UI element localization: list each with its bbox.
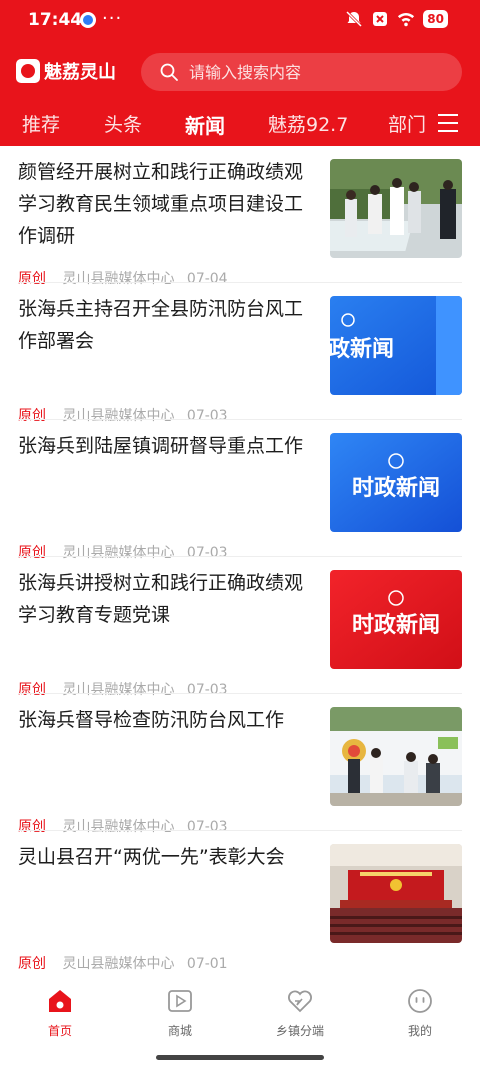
wifi-icon <box>398 13 415 27</box>
bottom-tab-bar: 首页 商城 乡镇分端 我的 <box>0 980 480 1067</box>
tabbar-mall[interactable]: 商城 <box>132 988 228 1039</box>
search-bar[interactable] <box>141 53 462 91</box>
tab-news[interactable]: 新闻 <box>185 110 225 139</box>
news-thumbnail: 政新闻 <box>330 296 462 395</box>
mute-bell-icon <box>346 10 363 28</box>
news-title: 颜管经开展树立和践行正确政绩观学习教育民生领域重点项目建设工作调研 <box>18 161 304 247</box>
news-thumbnail: 时政新闻 <box>330 433 462 532</box>
thumb-caption: 时政新闻 <box>352 475 440 501</box>
tab-recommend[interactable]: 推荐 <box>22 110 60 137</box>
smile-icon <box>408 989 432 1013</box>
news-thumbnail <box>330 159 462 258</box>
tabbar-towns[interactable]: 乡镇分端 <box>252 988 348 1039</box>
sim-off-icon <box>373 12 388 26</box>
news-thumbnail <box>330 844 462 943</box>
video-icon <box>168 990 192 1012</box>
category-tabs: 推荐 头条 新闻 魅荔92.7 部门 <box>0 100 480 146</box>
original-badge: 原创 <box>18 956 46 972</box>
news-title: 张海兵督导检查防汛防台风工作 <box>18 709 285 731</box>
news-source: 灵山县融媒体中心 <box>62 956 175 972</box>
menu-icon[interactable] <box>436 112 460 134</box>
thumb-caption: 时政新闻 <box>352 612 440 638</box>
notification-app-icon <box>80 12 96 28</box>
logo-icon <box>16 59 40 83</box>
news-thumbnail <box>330 707 462 806</box>
app-header: 17:44 ··· 80 魅荔灵山 请输入搜索内容 推荐 头条 新闻 魅荔92.… <box>0 0 480 146</box>
tab-meili-radio[interactable]: 魅荔92.7 <box>268 110 348 137</box>
logo-text: 魅荔灵山 <box>44 62 116 83</box>
news-title: 张海兵到陆屋镇调研督导重点工作 <box>18 435 304 457</box>
tabbar-label: 首页 <box>47 1024 72 1038</box>
tab-departments[interactable]: 部门 <box>388 110 426 137</box>
status-time: 17:44 <box>28 10 83 30</box>
tabbar-mine[interactable]: 我的 <box>372 988 468 1039</box>
news-thumbnail: 时政新闻 <box>330 570 462 669</box>
news-item[interactable]: 张海兵讲授树立和践行正确政绩观学习教育专题党课 原创 灵山县融媒体中心 07-0… <box>0 557 480 698</box>
news-item[interactable]: 张海兵督导检查防汛防台风工作 原创 灵山县融媒体中心 07-03 <box>0 694 480 835</box>
news-title: 张海兵主持召开全县防汛防台风工作部署会 <box>18 298 304 352</box>
thumb-caption: 政新闻 <box>330 336 394 362</box>
tabbar-label: 商城 <box>167 1024 192 1038</box>
tabbar-label: 乡镇分端 <box>275 1024 324 1038</box>
more-notifications-icon: ··· <box>102 8 123 29</box>
search-input[interactable] <box>189 62 449 82</box>
battery-indicator: 80 <box>423 10 448 28</box>
tabbar-home[interactable]: 首页 <box>12 988 108 1039</box>
news-title: 灵山县召开“两优一先”表彰大会 <box>18 846 285 868</box>
news-item[interactable]: 灵山县召开“两优一先”表彰大会 原创 灵山县融媒体中心 07-01 <box>0 831 480 972</box>
news-list: 颜管经开展树立和践行正确政绩观学习教育民生领域重点项目建设工作调研 原创 灵山县… <box>0 146 480 980</box>
news-item[interactable]: 颜管经开展树立和践行正确政绩观学习教育民生领域重点项目建设工作调研 原创 灵山县… <box>0 146 480 287</box>
news-title: 张海兵讲授树立和践行正确政绩观学习教育专题党课 <box>18 572 304 626</box>
home-icon <box>49 990 71 1012</box>
status-icons: 80 <box>345 10 448 28</box>
search-icon <box>160 63 178 81</box>
tab-headlines[interactable]: 头条 <box>104 110 142 137</box>
status-bar: 17:44 ··· 80 <box>0 0 480 40</box>
tabbar-label: 我的 <box>407 1024 432 1038</box>
news-meta: 原创 灵山县融媒体中心 07-01 <box>18 953 228 973</box>
heart-icon <box>288 990 312 1013</box>
app-logo: 魅荔灵山 <box>16 58 116 84</box>
news-item[interactable]: 张海兵主持召开全县防汛防台风工作部署会 原创 灵山县融媒体中心 07-03 政新… <box>0 283 480 424</box>
news-item[interactable]: 张海兵到陆屋镇调研督导重点工作 原创 灵山县融媒体中心 07-03 时政新闻 <box>0 420 480 561</box>
news-date: 07-01 <box>186 956 228 972</box>
home-indicator[interactable] <box>156 1055 324 1060</box>
